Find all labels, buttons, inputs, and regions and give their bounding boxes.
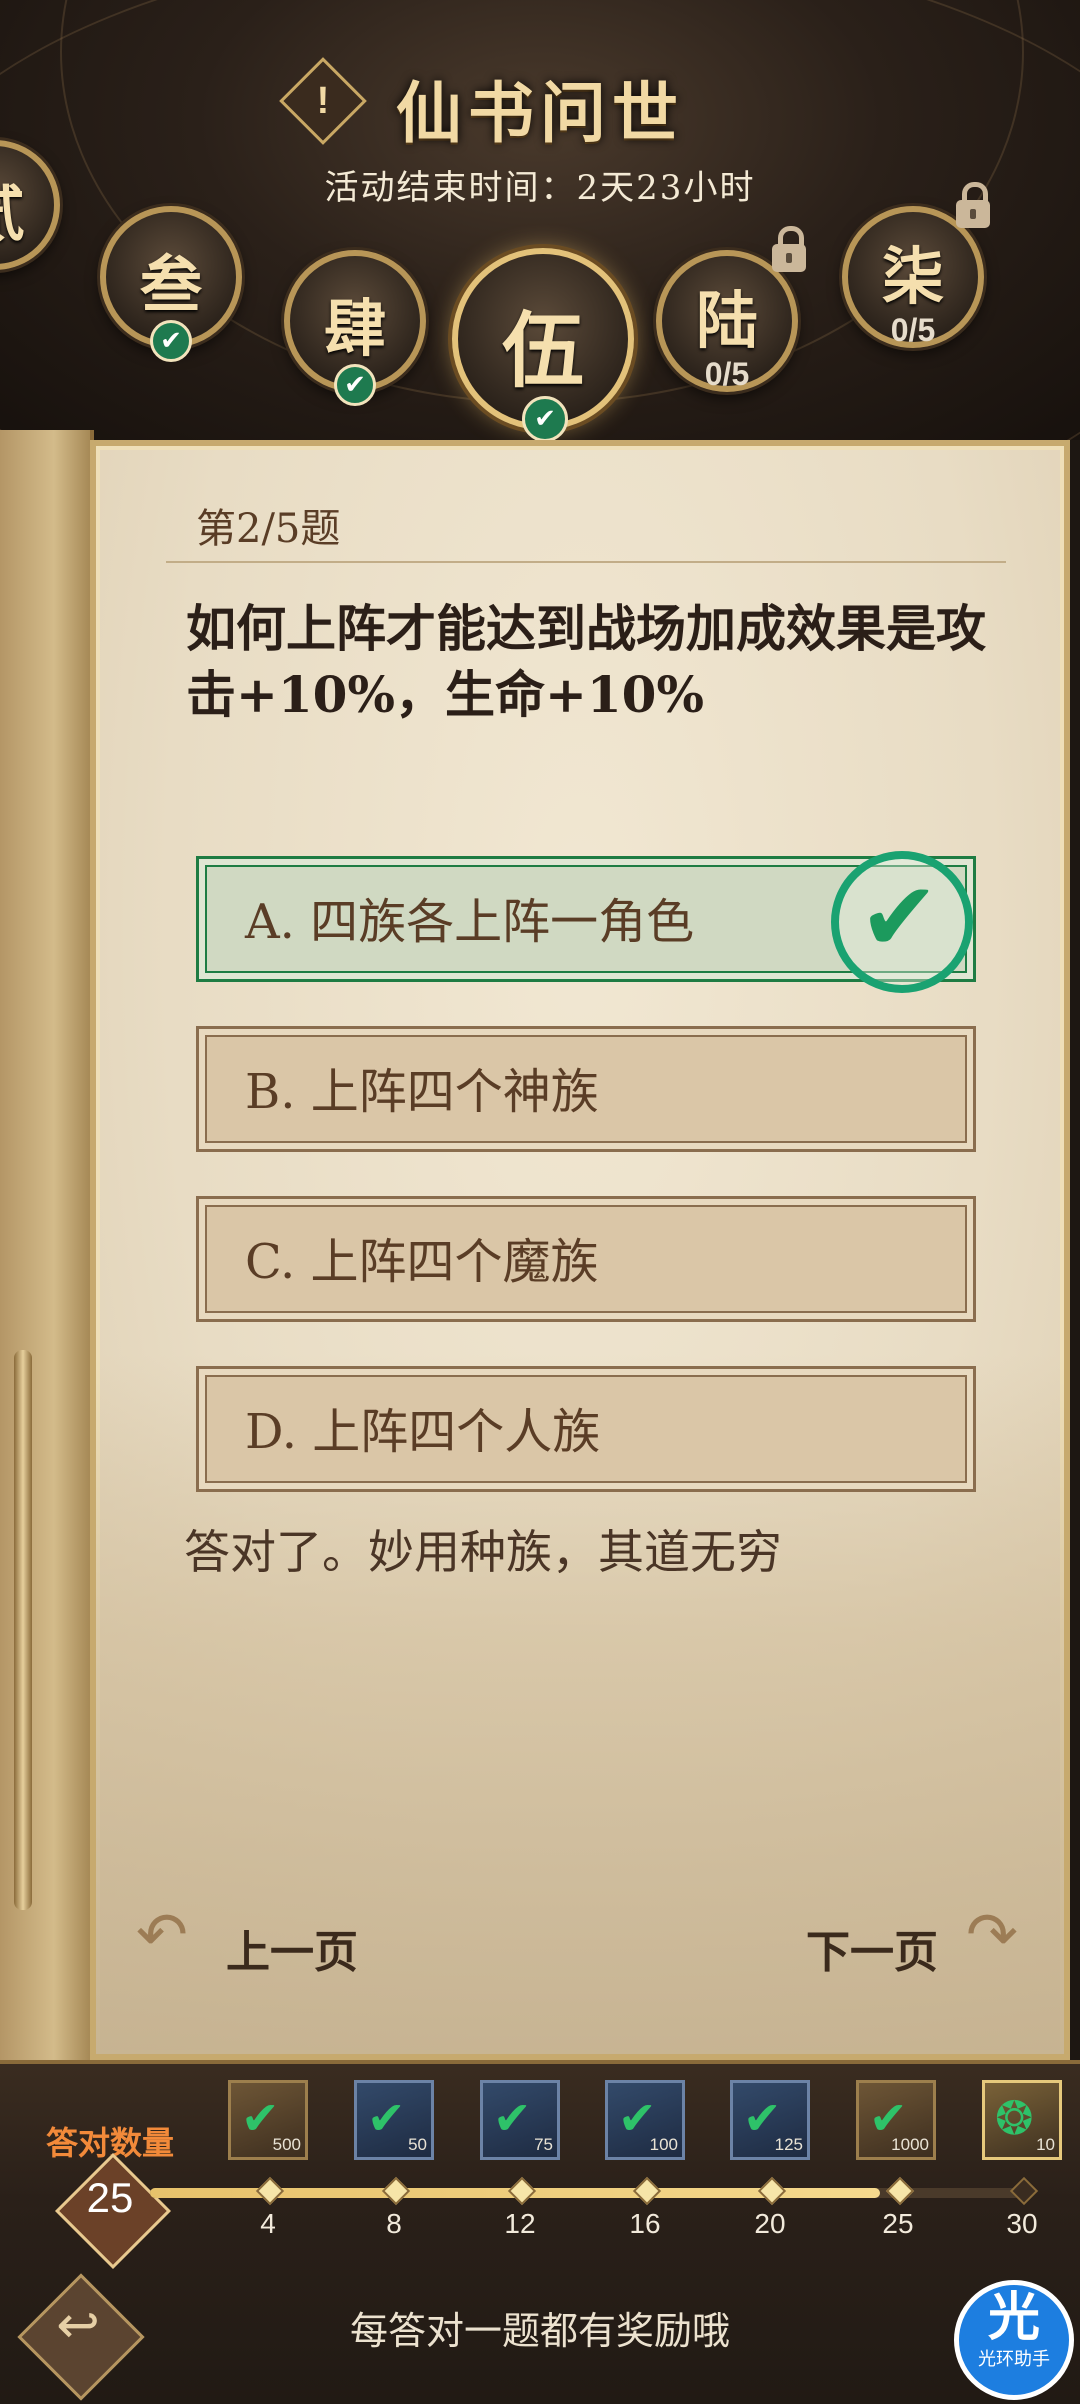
lock-icon (772, 226, 806, 272)
reward-quantity: 100 (649, 2135, 678, 2154)
chapter-label: 贰 (0, 166, 54, 253)
chapter-label: 柒 (881, 240, 944, 313)
reward-quantity: 75 (534, 2135, 553, 2154)
milestone-label: 12 (504, 2208, 536, 2239)
reward-item[interactable]: ✔ 75 (480, 2080, 560, 2160)
reward-hint: 每答对一题都有奖励哦 (349, 2309, 730, 2353)
option-label: C. 上阵四个魔族 (245, 1234, 599, 1290)
header: ! 仙书问世 活动结束时间：2天23小时 贰 叁 ✔ 肆 ✔ 伍 ✔ 陆 0/5… (0, 0, 1080, 440)
chapter-progress: 0/5 (704, 356, 750, 392)
milestone-marker (507, 2176, 537, 2206)
option-label: B. 上阵四个神族 (245, 1064, 599, 1120)
reward-icon: ✔ (367, 2091, 406, 2145)
milestone-label: 20 (754, 2208, 786, 2239)
question-panel: 第2/5题 如何上阵才能达到战场加成效果是攻击+10%，生命+10% A. 四族… (90, 440, 1070, 2060)
scroll-rail (14, 1350, 32, 1910)
milestone-marker (757, 2176, 787, 2206)
chapter-3-button[interactable]: 叁 ✔ (100, 206, 242, 362)
title-wrap: 仙书问世 (0, 60, 1080, 156)
completed-check-icon: ✔ (334, 364, 376, 406)
milestone-marker (632, 2176, 662, 2206)
option-a[interactable]: A. 四族各上阵一角色 ✔ (196, 851, 976, 993)
lock-icon (956, 182, 990, 228)
chapter-4-button[interactable]: 肆 ✔ (284, 250, 426, 406)
correct-count-value: 25 (86, 2174, 134, 2221)
next-arrow-icon[interactable]: ↷ (966, 1898, 1018, 1971)
question-text: 如何上阵才能达到战场加成效果是攻击+10%，生命+10% (186, 599, 986, 724)
reward-item[interactable]: ✔ 1000 (856, 2080, 936, 2160)
completed-check-icon: ✔ (150, 320, 192, 362)
chapter-label: 伍 (501, 303, 584, 399)
prev-page-button[interactable]: 上一页 (226, 1916, 358, 1980)
answer-feedback: 答对了。妙用种族，其道无穷 (184, 1525, 782, 1579)
reward-item[interactable]: ❂ 10 (982, 2080, 1062, 2160)
milestone-label: 16 (629, 2208, 661, 2239)
badge-label: 光环助手 (978, 2349, 1050, 2370)
milestone-marker (1009, 2176, 1039, 2206)
jade-orb-icon: ❂ (995, 2091, 1034, 2145)
milestone-marker (255, 2176, 285, 2206)
milestone-label: 30 (1006, 2208, 1038, 2239)
reward-quantity: 10 (1036, 2135, 1055, 2154)
reward-quantity: 500 (272, 2135, 301, 2154)
reward-quantity: 50 (408, 2135, 427, 2154)
reward-icon: ✔ (493, 2091, 532, 2145)
badge-glyph: 光 (987, 2288, 1040, 2348)
milestone-label: 4 (260, 2208, 276, 2239)
chapter-label: 肆 (323, 292, 386, 365)
left-scroll-edge (0, 430, 94, 2110)
reward-bar: 答对数量 25 4 8 12 16 20 25 30 ✔ 500 ✔ 50 ✔ … (0, 2060, 1080, 2404)
reward-item[interactable]: ✔ 125 (730, 2080, 810, 2160)
option-label: D. 上阵四个人族 (245, 1404, 601, 1460)
chapter-label: 叁 (139, 248, 202, 321)
chapter-5-button[interactable]: 伍 ✔ (452, 248, 634, 440)
reward-item[interactable]: ✔ 500 (228, 2080, 308, 2160)
correct-check-icon: ✔ (831, 851, 973, 993)
event-end-time: 活动结束时间：2天23小时 (324, 168, 756, 208)
chapter-label: 陆 (695, 284, 758, 357)
option-d[interactable]: D. 上阵四个人族 (196, 1366, 976, 1492)
milestone-marker (885, 2176, 915, 2206)
reward-quantity: 1000 (891, 2135, 929, 2154)
chapter-progress: 0/5 (890, 312, 936, 348)
prev-arrow-icon[interactable]: ↶ (136, 1898, 188, 1971)
milestone-label: 8 (386, 2208, 402, 2239)
reward-quantity: 125 (774, 2135, 803, 2154)
assistant-badge[interactable]: 光 光环助手 (954, 2280, 1074, 2400)
milestone-label: 25 (882, 2208, 914, 2239)
divider (166, 561, 1006, 563)
option-label: A. 四族各上阵一角色 (245, 894, 695, 950)
reward-item[interactable]: ✔ 50 (354, 2080, 434, 2160)
completed-check-icon: ✔ (522, 396, 568, 440)
question-index: 第2/5题 (196, 506, 341, 552)
option-c[interactable]: C. 上阵四个魔族 (196, 1196, 976, 1322)
page-title: 仙书问世 (396, 74, 684, 152)
reward-item[interactable]: ✔ 100 (605, 2080, 685, 2160)
option-b[interactable]: B. 上阵四个神族 (196, 1026, 976, 1152)
next-page-button[interactable]: 下一页 (806, 1916, 938, 1980)
milestone-marker (381, 2176, 411, 2206)
